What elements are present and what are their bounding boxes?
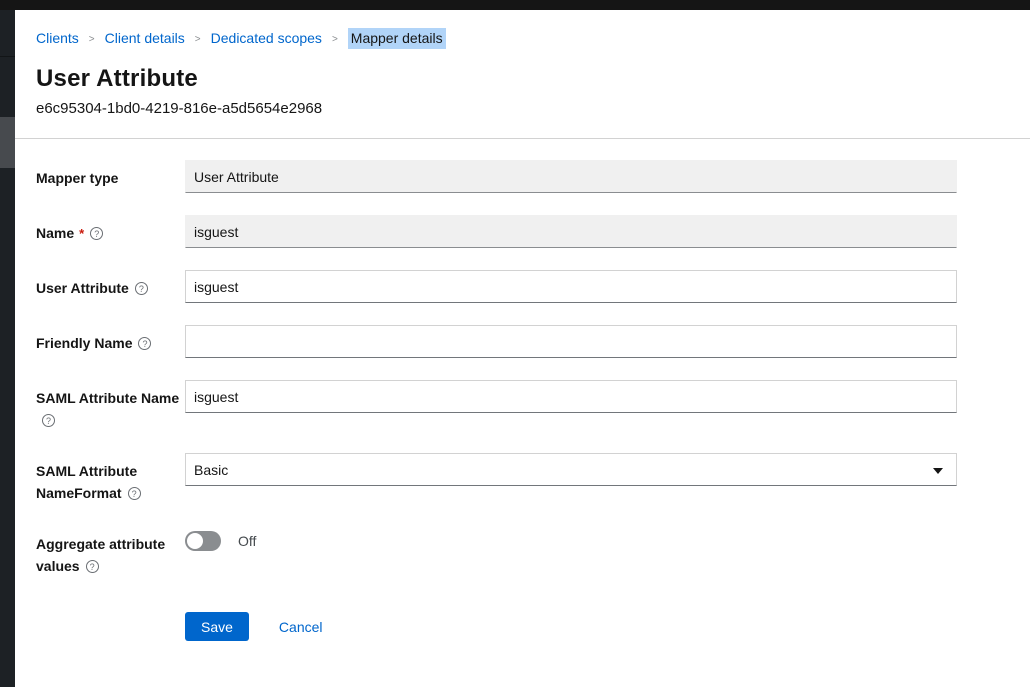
caret-down-icon [933,468,943,474]
saml-attribute-name-field [185,380,957,413]
saml-attribute-name-input[interactable] [185,380,957,413]
sidebar-divider [0,56,15,57]
main-content: Clients > Client details > Dedicated sco… [15,10,1030,687]
cancel-button[interactable]: Cancel [279,619,323,635]
mapper-type-label: Mapper type [36,160,185,189]
name-input[interactable] [185,215,957,248]
help-icon[interactable]: ? [128,487,141,500]
required-asterisk: * [79,226,84,241]
aggregate-values-field: Off [185,526,957,551]
friendly-name-label: Friendly Name? [36,325,185,354]
help-icon[interactable]: ? [42,414,55,427]
user-attribute-field [185,270,957,303]
label-text: SAML Attribute NameFormat [36,463,137,501]
help-icon[interactable]: ? [135,282,148,295]
form-actions: Save Cancel [185,612,957,641]
label-text: Aggregate attribute values [36,536,165,574]
mapper-type-input[interactable] [185,160,957,193]
user-attribute-label: User Attribute? [36,270,185,299]
saml-nameformat-field: Basic [185,453,957,486]
mapper-type-field [185,160,957,193]
label-text: SAML Attribute Name [36,390,179,406]
saml-attribute-name-label: SAML Attribute Name? [36,380,185,431]
select-selected-value: Basic [194,462,228,478]
breadcrumb-current-mapper-details: Mapper details [348,28,446,49]
user-attribute-input[interactable] [185,270,957,303]
top-masthead-bar [0,0,1030,10]
breadcrumb-clients[interactable]: Clients [36,29,79,48]
saml-nameformat-select[interactable]: Basic [185,453,957,486]
name-field [185,215,957,248]
save-button[interactable]: Save [185,612,249,641]
name-label: Name *? [36,215,185,245]
page-title: User Attribute [36,65,1030,93]
help-icon[interactable]: ? [90,227,103,240]
sidebar-active-item-edge [0,117,15,168]
label-text: Mapper type [36,170,118,186]
breadcrumb: Clients > Client details > Dedicated sco… [36,28,1030,49]
chevron-right-icon: > [89,28,95,49]
chevron-right-icon: > [332,28,338,49]
mapper-id-subtitle: e6c95304-1bd0-4219-816e-a5d5654e2968 [36,101,1030,117]
label-text: Friendly Name [36,335,132,351]
aggregate-values-toggle[interactable] [185,531,221,551]
chevron-right-icon: > [195,28,201,49]
help-icon[interactable]: ? [86,560,99,573]
sidebar-collapsed-strip[interactable] [0,10,15,687]
breadcrumb-dedicated-scopes[interactable]: Dedicated scopes [211,29,322,48]
breadcrumb-client-details[interactable]: Client details [105,29,185,48]
friendly-name-field [185,325,957,358]
label-text: User Attribute [36,280,129,296]
aggregate-values-label: Aggregate attribute values? [36,526,185,577]
toggle-knob [187,533,203,549]
friendly-name-input[interactable] [185,325,957,358]
mapper-form: Mapper type Name *? User Attribute? Frien… [15,139,1030,641]
saml-nameformat-label: SAML Attribute NameFormat? [36,453,185,504]
toggle-state-label: Off [238,533,256,549]
help-icon[interactable]: ? [138,337,151,350]
page-header: Clients > Client details > Dedicated sco… [15,10,1030,117]
label-text: Name [36,225,74,241]
